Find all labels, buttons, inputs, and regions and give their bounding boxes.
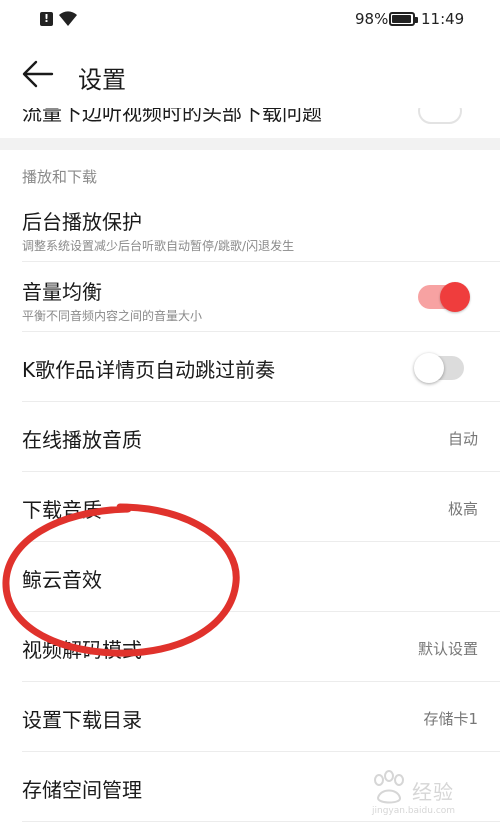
row-value: 极高 (447, 500, 478, 518)
partial-row-toggle[interactable] (418, 108, 462, 124)
setting-row-download-quality[interactable]: 下载音质 极高 (0, 472, 500, 542)
battery-icon (389, 12, 418, 26)
wifi-icon (59, 11, 77, 26)
arrow-left-icon (22, 60, 54, 88)
status-bar: ! 98% 11:49 (0, 0, 500, 38)
row-title: 设置下载目录 (22, 708, 142, 732)
setting-row-storage[interactable]: 存储空间管理 (0, 752, 500, 822)
section-title: 播放和下载 (22, 168, 98, 186)
row-title: K歌作品详情页自动跳过前奏 (22, 358, 276, 382)
setting-row-background-protection[interactable]: 后台播放保护 调整系统设置减少后台听歌自动暂停/跳歌/闪退发生 (0, 192, 500, 262)
alert-icon: ! (40, 12, 53, 26)
setting-row-volume-balance[interactable]: 音量均衡 平衡不同音频内容之间的音量大小 (0, 262, 500, 332)
section-divider (0, 138, 500, 150)
back-button[interactable] (20, 56, 56, 92)
setting-row-skip-intro[interactable]: K歌作品详情页自动跳过前奏 (0, 332, 500, 402)
setting-row-online-quality[interactable]: 在线播放音质 自动 (0, 402, 500, 472)
toggle-knob (440, 282, 470, 312)
row-title: 鲸云音效 (22, 568, 102, 592)
setting-row-sound-effects[interactable]: 鲸云音效 (0, 542, 500, 612)
setting-row-download-dir[interactable]: 设置下载目录 存储卡1 (0, 682, 500, 752)
row-subtitle: 平衡不同音频内容之间的音量大小 (22, 309, 203, 323)
row-title: 音量均衡 (22, 280, 102, 304)
row-value: 存储卡1 (423, 710, 478, 728)
row-subtitle: 调整系统设置减少后台听歌自动暂停/跳歌/闪退发生 (22, 239, 295, 253)
partial-row-title: 流量下边听视频时的头部下载问题 (22, 108, 322, 125)
status-time: 11:49 (421, 10, 465, 28)
row-title: 在线播放音质 (22, 428, 142, 452)
row-title: 后台播放保护 (22, 210, 142, 234)
row-value: 自动 (447, 430, 478, 448)
setting-row-video-decode[interactable]: 视频解码模式 默认设置 (0, 612, 500, 682)
row-divider (22, 821, 500, 822)
volume-balance-toggle[interactable] (418, 282, 470, 312)
row-value: 默认设置 (417, 640, 478, 658)
row-title: 视频解码模式 (22, 638, 142, 662)
row-title: 存储空间管理 (22, 778, 142, 802)
partial-setting-row[interactable]: 流量下边听视频时的头部下载问题 (0, 108, 500, 138)
toggle-knob (414, 353, 444, 383)
battery-percent: 98% (355, 10, 389, 28)
skip-intro-toggle[interactable] (414, 353, 464, 383)
app-header: 设置 (0, 38, 500, 110)
page-title: 设置 (78, 66, 126, 94)
row-title: 下载音质 (22, 498, 102, 522)
